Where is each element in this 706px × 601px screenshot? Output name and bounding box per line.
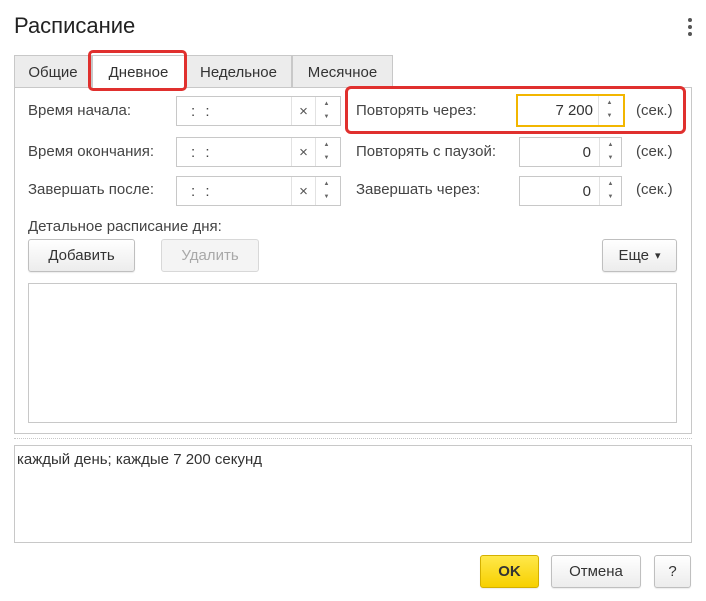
clear-icon[interactable]: ×: [291, 177, 315, 205]
time-stepper[interactable]: ▲ ▼: [315, 138, 337, 166]
repeat-every-label: Повторять через:: [356, 102, 477, 119]
finish-after-value: : :: [191, 183, 213, 200]
repeat-every-input[interactable]: 7 200 ▲ ▼: [516, 94, 625, 127]
end-time-field[interactable]: : : × ▲ ▼: [176, 137, 341, 167]
spin-down-icon[interactable]: ▼: [600, 152, 621, 165]
help-button[interactable]: ?: [654, 555, 691, 588]
ok-button[interactable]: OK: [480, 555, 539, 588]
window-title: Расписание: [14, 13, 136, 38]
spin-up-icon[interactable]: ▲: [599, 97, 620, 110]
more-button[interactable]: Еще ▾: [602, 239, 677, 272]
start-time-value: : :: [191, 103, 213, 120]
detail-schedule-label: Детальное расписание дня:: [28, 218, 222, 235]
tab-general[interactable]: Общие: [14, 55, 92, 88]
spin-up-icon[interactable]: ▲: [600, 178, 621, 191]
tab-monthly[interactable]: Месячное: [292, 55, 393, 88]
finish-in-unit: (сек.): [636, 181, 673, 198]
spin-up-icon[interactable]: ▲: [316, 139, 337, 152]
finish-after-label: Завершать после:: [28, 181, 155, 198]
spin-down-icon[interactable]: ▼: [316, 111, 337, 124]
repeat-pause-stepper[interactable]: ▲ ▼: [599, 138, 621, 166]
finish-after-field[interactable]: : : × ▲ ▼: [176, 176, 341, 206]
end-time-label: Время окончания:: [28, 143, 155, 160]
schedule-summary-text: каждый день; каждые 7 200 секунд: [17, 451, 263, 468]
start-time-label: Время начала:: [28, 102, 132, 119]
spin-up-icon[interactable]: ▲: [316, 178, 337, 191]
repeat-every-unit: (сек.): [636, 102, 673, 119]
repeat-pause-input[interactable]: 0 ▲ ▼: [519, 137, 622, 167]
schedule-summary: каждый день; каждые 7 200 секунд: [14, 445, 692, 543]
detail-schedule-list[interactable]: [28, 283, 677, 423]
tab-daily[interactable]: Дневное: [92, 55, 185, 89]
tab-weekly[interactable]: Недельное: [185, 55, 292, 88]
clear-icon[interactable]: ×: [291, 97, 315, 125]
spin-down-icon[interactable]: ▼: [316, 191, 337, 204]
repeat-every-stepper[interactable]: ▲ ▼: [598, 96, 620, 125]
repeat-pause-label: Повторять с паузой:: [356, 143, 497, 160]
time-stepper[interactable]: ▲ ▼: [315, 97, 337, 125]
add-button[interactable]: Добавить: [28, 239, 135, 272]
divider: [14, 438, 692, 439]
finish-in-stepper[interactable]: ▲ ▼: [599, 177, 621, 205]
finish-in-input[interactable]: 0 ▲ ▼: [519, 176, 622, 206]
more-actions-icon[interactable]: [686, 17, 694, 37]
start-time-field[interactable]: : : × ▲ ▼: [176, 96, 341, 126]
spin-down-icon[interactable]: ▼: [599, 110, 620, 123]
delete-button[interactable]: Удалить: [161, 239, 259, 272]
cancel-button[interactable]: Отмена: [551, 555, 641, 588]
more-button-label: Еще: [618, 247, 649, 264]
time-stepper[interactable]: ▲ ▼: [315, 177, 337, 205]
clear-icon[interactable]: ×: [291, 138, 315, 166]
chevron-down-icon: ▾: [655, 250, 661, 262]
repeat-pause-unit: (сек.): [636, 143, 673, 160]
finish-in-label: Завершать через:: [356, 181, 481, 198]
repeat-every-value: 7 200: [555, 102, 593, 119]
spin-up-icon[interactable]: ▲: [600, 139, 621, 152]
finish-in-value: 0: [582, 183, 591, 200]
spin-up-icon[interactable]: ▲: [316, 98, 337, 111]
spin-down-icon[interactable]: ▼: [600, 191, 621, 204]
end-time-value: : :: [191, 144, 213, 161]
repeat-pause-value: 0: [582, 144, 591, 161]
spin-down-icon[interactable]: ▼: [316, 152, 337, 165]
